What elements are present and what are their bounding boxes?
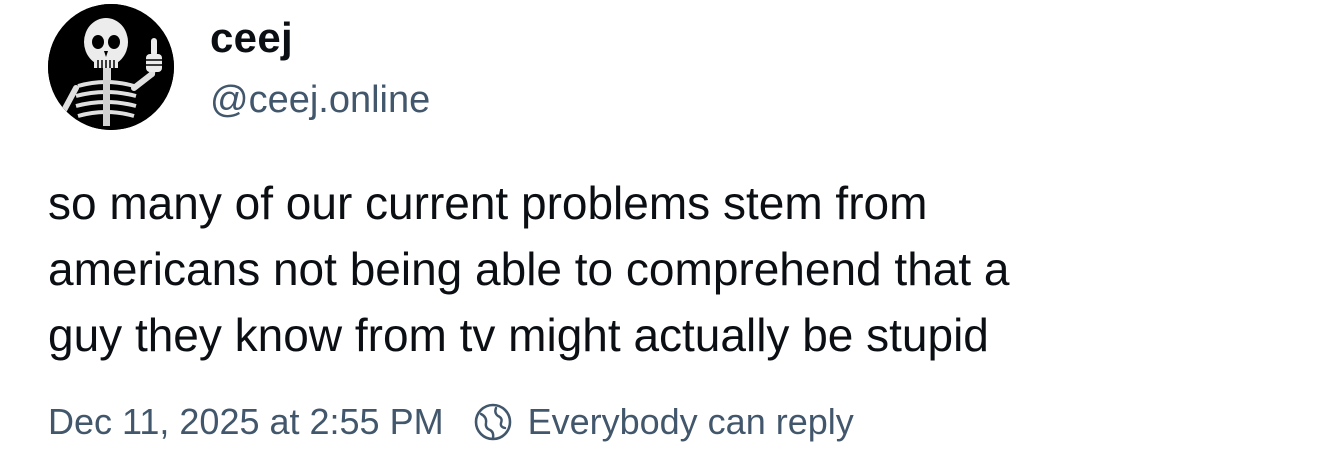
post-card: ceej @ceej.online so many of our current… (0, 0, 1320, 458)
skeleton-avatar-icon (48, 4, 174, 130)
post-meta: Dec 11, 2025 at 2:55 PM Everybody can re… (48, 394, 854, 450)
display-name[interactable]: ceej (210, 10, 293, 66)
post-text: so many of our current problems stem fro… (48, 177, 1010, 361)
reply-setting[interactable]: Everybody can reply (472, 401, 854, 443)
user-handle[interactable]: @ceej.online (210, 74, 430, 126)
avatar[interactable] (48, 4, 174, 130)
reply-setting-label: Everybody can reply (527, 401, 854, 442)
globe-icon (472, 401, 514, 443)
post-timestamp[interactable]: Dec 11, 2025 at 2:55 PM (48, 401, 444, 443)
